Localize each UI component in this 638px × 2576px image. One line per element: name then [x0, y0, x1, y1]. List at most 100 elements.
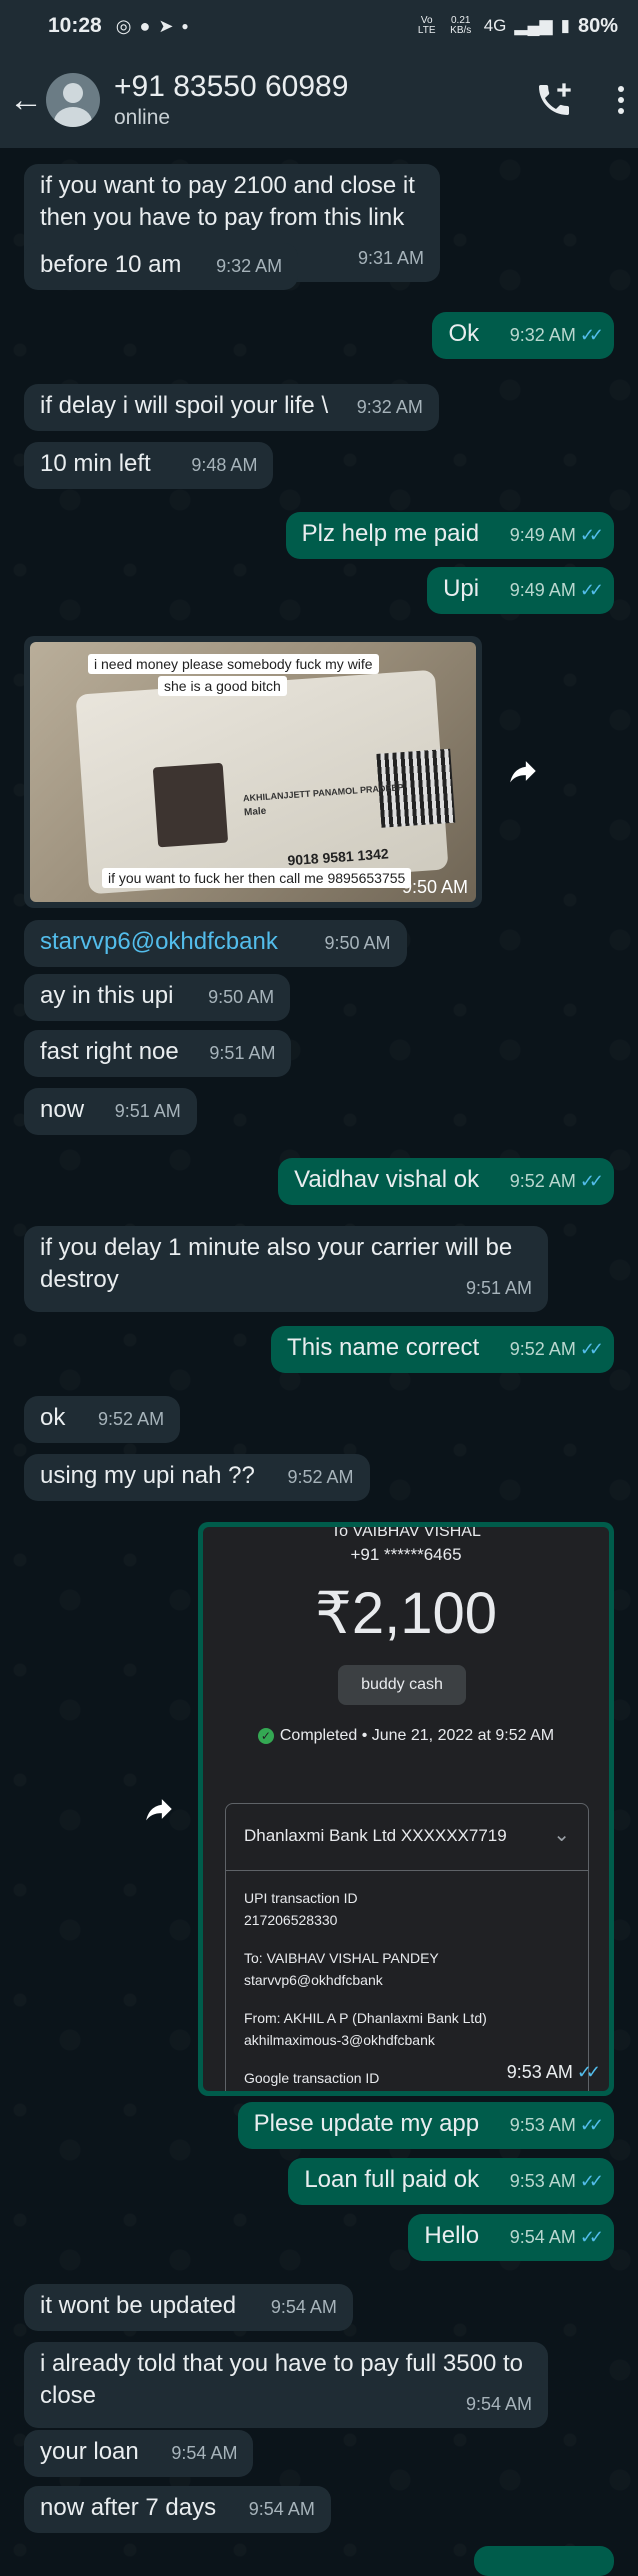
- google-transaction-label: Google transaction ID: [244, 2070, 380, 2086]
- add-call-icon[interactable]: [534, 80, 574, 120]
- message-text: i already told that you have to pay full…: [40, 2350, 523, 2409]
- payment-amount: ₹2,100: [314, 1581, 498, 1646]
- whatsapp-icon: ◎: [115, 15, 132, 36]
- message-bubble[interactable]: ay in this upi 9:50 AM: [24, 974, 291, 1021]
- to-label: To: VAIBHAV VISHAL PANDEY: [244, 1950, 439, 1966]
- image-message[interactable]: AKHILANJJETT PANAMOL PRADEEP Male 9018 9…: [24, 636, 482, 908]
- message-time: 9:50 AM: [208, 987, 275, 1007]
- message-time: 9:31 AM: [357, 248, 424, 268]
- message-bubble[interactable]: if delay i will spoil your life \ 9:32 A…: [24, 384, 439, 431]
- volte-indicator: Vo LTE: [417, 15, 436, 36]
- id-card: AKHILANJJETT PANAMOL PRADEEP Male 9018 9…: [75, 669, 456, 895]
- message-text: Loan full paid ok: [304, 2166, 480, 2193]
- upi-transaction-label: UPI transaction ID: [244, 1890, 358, 1906]
- dot-icon: ●: [181, 19, 189, 33]
- contact-info[interactable]: +91 83550 60989 online: [114, 70, 348, 130]
- message-time: 9:54 AM: [248, 2499, 315, 2519]
- message-time: 9:54 AM: [270, 2297, 337, 2317]
- double-check-icon: ✓✓: [579, 1339, 604, 1359]
- message-bubble[interactable]: fast right noe 9:51 AM: [24, 1030, 292, 1077]
- message-text: 10 min left: [40, 450, 151, 477]
- message-bubble[interactable]: Loan full paid ok 9:53 AM ✓✓: [288, 2158, 614, 2205]
- message-time: 9:52 AM: [287, 1467, 354, 1487]
- message-bubble[interactable]: using my upi nah ?? 9:52 AM: [24, 1454, 370, 1501]
- message-text: ay in this upi: [40, 982, 174, 1009]
- message-time: 9:52 AM: [509, 1339, 576, 1359]
- status-bar: 10:28 ◎ ● ➤ ● Vo LTE 0.21 KB/s 4G ▂▄▆ ▮ …: [0, 0, 638, 52]
- image-caption-top: i need money please somebody fuck my wif…: [88, 654, 379, 674]
- message-bubble[interactable]: Ok 9:32 AM ✓✓: [432, 312, 614, 359]
- message-bubble[interactable]: it wont be updated 9:54 AM: [24, 2284, 353, 2331]
- from-label: From: AKHIL A P (Dhanlaxmi Bank Ltd): [244, 2010, 487, 2026]
- message-text: now: [40, 1096, 85, 1123]
- message-text: Upi: [443, 575, 480, 602]
- id-card-photo[interactable]: AKHILANJJETT PANAMOL PRADEEP Male 9018 9…: [30, 642, 476, 902]
- message-text: Vaidhav vishal ok: [294, 1166, 480, 1193]
- message-time: 9:53 AM: [506, 2062, 573, 2082]
- double-check-icon: ✓✓: [579, 580, 604, 600]
- message-text: Ok: [448, 320, 480, 347]
- message-bubble[interactable]: if you delay 1 minute also your carrier …: [24, 1226, 548, 1312]
- message-bubble[interactable]: now 9:51 AM: [24, 1088, 197, 1135]
- payment-status: Completed • June 21, 2022 at 9:52 AM: [279, 1727, 555, 1744]
- message-time: 9:32 AM: [356, 397, 423, 417]
- bank-name: Dhanlaxmi Bank Ltd XXXXXX7719: [244, 1826, 507, 1845]
- telegram-icon: ➤: [158, 15, 174, 36]
- message-text: if you delay 1 minute also your carrier …: [40, 1234, 513, 1293]
- network-speed: 0.21 KB/s: [450, 15, 472, 36]
- message-bubble[interactable]: your loan 9:54 AM: [24, 2430, 254, 2477]
- message-text: if you want to pay 2100 and close it the…: [40, 172, 415, 231]
- divider: [226, 1870, 588, 1871]
- message-text: Hello: [424, 2222, 480, 2249]
- network-type: 4G: [483, 16, 507, 35]
- message-time: 9:51 AM: [114, 1101, 181, 1121]
- message-bubble[interactable]: Vaidhav vishal ok 9:52 AM ✓✓: [278, 1158, 614, 1205]
- message-time: 9:48 AM: [191, 455, 258, 475]
- image-caption-bottom: if you want to fuck her then call me 989…: [102, 868, 412, 888]
- status-time: 10:28: [48, 14, 102, 37]
- upi-transaction-id: 217206528330: [244, 1912, 338, 1928]
- message-bubble[interactable]: Plz help me paid 9:49 AM ✓✓: [285, 512, 614, 559]
- avatar[interactable]: [46, 73, 100, 127]
- forward-icon[interactable]: [138, 1788, 180, 1830]
- message-time: 9:49 AM: [509, 580, 576, 600]
- id-card-portrait: [152, 762, 229, 848]
- forward-icon[interactable]: [502, 750, 544, 792]
- chat-header: ← +91 83550 60989 online: [0, 52, 638, 148]
- message-bubble[interactable]: starvvp6@okhdfcbank 9:50 AM: [24, 920, 407, 967]
- more-vert-icon[interactable]: [618, 86, 624, 114]
- message-bubble-partial: [474, 2546, 614, 2576]
- message-time: 9:54 AM: [509, 2227, 576, 2247]
- message-text: before 10 am: [40, 251, 182, 278]
- double-check-icon: ✓✓: [579, 2115, 604, 2135]
- message-time: 9:49 AM: [509, 525, 576, 545]
- message-text: Plese update my app: [253, 2110, 480, 2137]
- message-time: 9:51 AM: [209, 1043, 276, 1063]
- message-bubble[interactable]: Hello 9:54 AM ✓✓: [408, 2214, 614, 2261]
- message-bubble[interactable]: i already told that you have to pay full…: [24, 2342, 548, 2428]
- message-text: fast right noe: [40, 1038, 179, 1065]
- message-bubble[interactable]: 10 min left 9:48 AM: [24, 442, 274, 489]
- message-time: 9:54 AM: [465, 2394, 532, 2414]
- payment-screenshot-message[interactable]: To VAIBHAV VISHAL +91 ******6465 ₹2,100 …: [198, 1522, 614, 2096]
- payment-details-card: Dhanlaxmi Bank Ltd XXXXXX7719 ⌄ UPI tran…: [225, 1803, 589, 2091]
- message-bubble[interactable]: This name correct 9:52 AM ✓✓: [271, 1326, 614, 1373]
- message-bubble[interactable]: now after 7 days 9:54 AM: [24, 2486, 331, 2533]
- message-text: your loan: [40, 2438, 139, 2465]
- contact-status: online: [114, 106, 171, 129]
- message-text: This name correct: [287, 1334, 480, 1361]
- message-time: 9:52 AM: [509, 1171, 576, 1191]
- message-time: 9:32 AM: [509, 325, 576, 345]
- message-time: 9:54 AM: [171, 2443, 238, 2463]
- message-time: 9:53 AM: [509, 2171, 576, 2191]
- message-time: 9:51 AM: [465, 1278, 532, 1298]
- message-bubble[interactable]: before 10 am 9:32 AM: [24, 243, 299, 290]
- to-upi: starvvp6@okhdfcbank: [244, 1972, 383, 1988]
- message-bubble[interactable]: Upi 9:49 AM ✓✓: [427, 567, 614, 614]
- message-bubble[interactable]: ok 9:52 AM: [24, 1396, 181, 1443]
- arrow-left-icon[interactable]: ←: [8, 81, 44, 120]
- message-text: using my upi nah ??: [40, 1462, 255, 1489]
- message-text: if delay i will spoil your life \: [40, 392, 329, 419]
- message-bubble[interactable]: Plese update my app 9:53 AM ✓✓: [237, 2102, 614, 2149]
- upi-id-link[interactable]: starvvp6@okhdfcbank: [40, 928, 278, 955]
